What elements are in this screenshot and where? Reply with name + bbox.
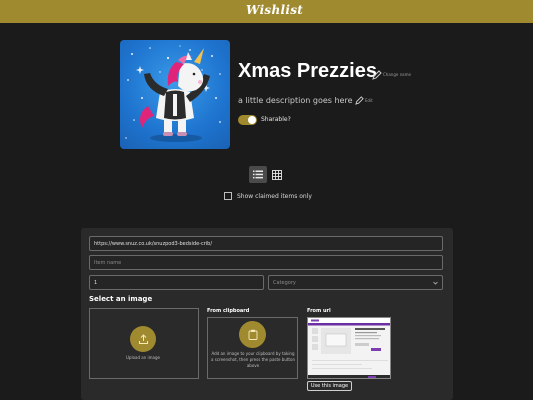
quantity-input[interactable]: 1 — [89, 275, 264, 290]
category-select[interactable]: Category — [268, 275, 443, 290]
pencil-icon[interactable] — [372, 70, 382, 83]
grid-view-button[interactable] — [268, 166, 286, 183]
top-bar: Wishlist — [0, 0, 533, 23]
item-url-input[interactable]: https://www.snuz.co.uk/snuzpod3-bedside-… — [89, 236, 443, 251]
list-view-button[interactable] — [249, 166, 267, 183]
list-cover-image[interactable] — [120, 40, 230, 149]
unicorn-illustration — [125, 45, 221, 142]
claimed-only-checkbox[interactable] — [224, 192, 232, 200]
grid-icon — [272, 169, 282, 180]
toggle-knob — [248, 116, 256, 124]
change-name-link[interactable]: Change name — [383, 72, 411, 77]
chevron-down-icon — [433, 281, 438, 285]
list-title: Xmas Prezzies — [238, 60, 377, 82]
category-select-value: Category — [273, 279, 296, 286]
clipboard-instructions: Add an image to your clipboard by taking… — [211, 351, 295, 368]
clipboard-icon — [248, 329, 257, 340]
use-this-image-button[interactable]: Use this image — [307, 381, 352, 391]
pencil-icon[interactable] — [355, 96, 364, 108]
app-logo[interactable]: Wishlist — [246, 3, 303, 17]
webpage-thumbnail — [308, 318, 390, 378]
list-description: a little description goes here — [238, 96, 353, 105]
item-name-input[interactable]: Item name — [89, 255, 443, 270]
list-icon — [253, 170, 263, 179]
from-url-title: From url — [307, 308, 331, 314]
edit-description-link[interactable]: Edit — [365, 98, 373, 103]
url-image-preview[interactable] — [307, 317, 391, 379]
sharable-toggle[interactable] — [238, 115, 257, 125]
sharable-label: Sharable? — [261, 116, 291, 123]
clipboard-title: From clipboard — [207, 308, 250, 314]
paste-button[interactable] — [239, 321, 266, 348]
claimed-only-label: Show claimed items only — [237, 193, 312, 200]
upload-button[interactable] — [130, 326, 156, 352]
upload-image-label: Upload an image — [126, 355, 161, 360]
select-image-title: Select an image — [89, 295, 153, 303]
upload-icon — [138, 333, 148, 344]
